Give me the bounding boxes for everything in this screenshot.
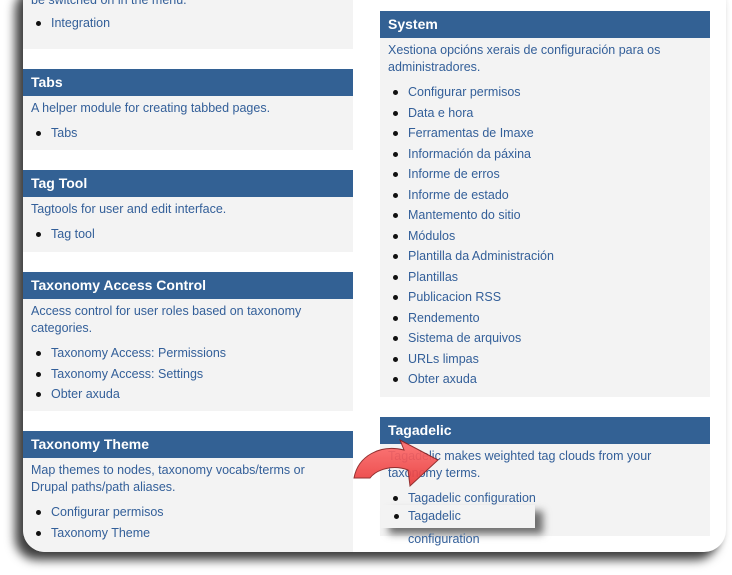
block-taxonomy-theme: Taxonomy Theme Map themes to nodes, taxo…: [23, 431, 353, 552]
block-desc: Access control for user roles based on t…: [31, 304, 302, 335]
system-link[interactable]: Ferramentas de Imaxe: [408, 126, 534, 140]
list-item[interactable]: Rendemento: [393, 308, 710, 329]
link-integration[interactable]: Integration: [51, 16, 110, 30]
system-link[interactable]: Mantemento do sitio: [408, 208, 521, 222]
block-taxonomy-access-control: Taxonomy Access Control Access control f…: [23, 272, 353, 411]
block-title: Taxonomy Access Control: [23, 272, 353, 299]
block-desc: Tagtools for user and edit interface.: [31, 202, 227, 216]
list-item[interactable]: Configurar permisos: [36, 502, 353, 523]
system-link[interactable]: Sistema de arquivos: [408, 331, 521, 345]
list-item[interactable]: Información da páxina: [393, 144, 710, 165]
list-item[interactable]: Taxonomy Access: Settings: [36, 364, 353, 385]
list-item[interactable]: Obter axuda: [393, 369, 710, 390]
block-desc: Map themes to nodes, taxonomy vocabs/ter…: [31, 463, 305, 494]
list-item[interactable]: Informe de estado: [393, 185, 710, 206]
block-title: System: [380, 11, 710, 38]
list-item[interactable]: Ferramentas de Imaxe: [393, 123, 710, 144]
system-link[interactable]: Informe de erros: [408, 167, 500, 181]
list-item[interactable]: Taxonomy Theme: [36, 523, 353, 544]
block-desc: A helper module for creating tabbed page…: [31, 101, 271, 115]
link-tag-tool[interactable]: Tag tool: [51, 227, 95, 241]
list-item[interactable]: Mantemento do sitio: [393, 205, 710, 226]
highlighted-link-tagadelic-configuration[interactable]: Tagadelic configuration: [381, 505, 535, 546]
system-link[interactable]: Configurar permisos: [408, 85, 521, 99]
list-item[interactable]: Obter axuda: [36, 384, 353, 405]
list-item[interactable]: Data e hora: [393, 103, 710, 124]
system-link[interactable]: Módulos: [408, 229, 455, 243]
curved-arrow-icon: [353, 438, 439, 488]
link-help[interactable]: Obter axuda: [51, 387, 120, 401]
list-item[interactable]: Plantilla da Administración: [393, 246, 710, 267]
system-link[interactable]: Rendemento: [408, 311, 480, 325]
list-item[interactable]: Publicacion RSS: [393, 287, 710, 308]
block-tabs: Tabs A helper module for creating tabbed…: [23, 69, 353, 150]
block-system: System Xestiona opcións xerais de config…: [380, 11, 710, 397]
list-item[interactable]: Módulos: [393, 226, 710, 247]
link-configure-permissions[interactable]: Configurar permisos: [51, 505, 164, 519]
block-title: Tag Tool: [23, 170, 353, 197]
list-item[interactable]: Tag tool: [36, 224, 353, 245]
block-title: Taxonomy Theme: [23, 431, 353, 458]
block-tag-tool: Tag Tool Tagtools for user and edit inte…: [23, 170, 353, 252]
link-taxonomy-theme[interactable]: Taxonomy Theme: [51, 526, 150, 540]
list-item[interactable]: Integration: [36, 13, 353, 34]
list-item[interactable]: Plantillas: [393, 267, 710, 288]
link-taxonomy-access-permissions[interactable]: Taxonomy Access: Permissions: [51, 346, 226, 360]
system-link[interactable]: Obter axuda: [408, 372, 477, 386]
block-title: Tabs: [23, 69, 353, 96]
system-link[interactable]: Informe de estado: [408, 188, 509, 202]
block-partial: be switched on in the menu. Integration: [23, 0, 353, 49]
system-link[interactable]: Data e hora: [408, 106, 473, 120]
system-link[interactable]: Plantilla da Administración: [408, 249, 554, 263]
link-taxonomy-access-settings[interactable]: Taxonomy Access: Settings: [51, 367, 203, 381]
list-item[interactable]: Informe de erros: [393, 164, 710, 185]
system-link[interactable]: Plantillas: [408, 270, 458, 284]
system-links: Configurar permisos Data e hora Ferramenta…: [380, 82, 710, 390]
system-link[interactable]: Publicacion RSS: [408, 290, 501, 304]
list-item[interactable]: Sistema de arquivos: [393, 328, 710, 349]
list-item[interactable]: URLs limpas: [393, 349, 710, 370]
list-item[interactable]: Tabs: [36, 123, 353, 144]
system-link[interactable]: Información da páxina: [408, 147, 531, 161]
highlight-label[interactable]: Tagadelic configuration: [408, 509, 480, 546]
system-link[interactable]: URLs limpas: [408, 352, 479, 366]
link-tabs[interactable]: Tabs: [51, 126, 77, 140]
list-item[interactable]: Configurar permisos: [393, 82, 710, 103]
list-item[interactable]: Taxonomy Access: Permissions: [36, 343, 353, 364]
block-desc: be switched on in the menu.: [31, 0, 187, 7]
block-desc: Xestiona opcións xerais de configuración…: [388, 43, 661, 74]
